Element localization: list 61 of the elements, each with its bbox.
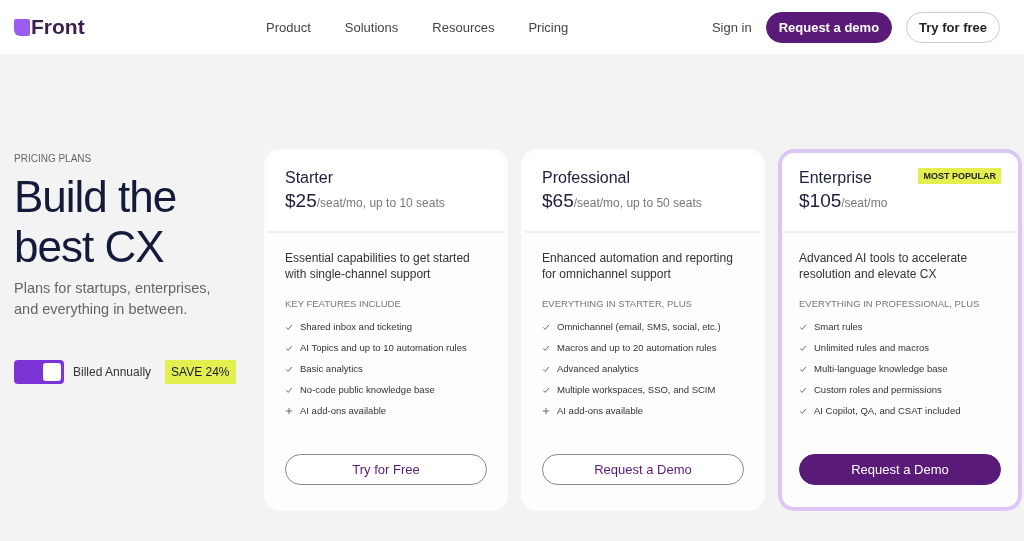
billing-label: Billed Annually — [73, 365, 152, 379]
save-badge: SAVE 24% — [165, 360, 236, 384]
nav-link[interactable]: Resources — [432, 19, 495, 35]
plan-price: $25/seat/mo, up to 10 seats — [285, 190, 446, 212]
check-icon — [799, 322, 807, 331]
subheading: Plans for startups, enterprises, and everything in between. — [14, 279, 212, 319]
feature-text: Unlimited rules and macros — [814, 342, 930, 353]
feature-text: Multi-language knowledge base — [814, 363, 948, 374]
check-icon — [799, 343, 807, 352]
eyebrow-label: PRICING PLANS — [14, 153, 93, 164]
feature-text: Multiple workspaces, SSO, and SCIM — [557, 384, 716, 395]
try-free-button[interactable]: Try for free — [906, 11, 1000, 43]
feature-text: No-code public knowledge base — [300, 384, 435, 395]
check-icon — [285, 322, 293, 331]
check-icon — [542, 343, 550, 352]
feature-text: Macros and up to 20 automation rules — [557, 342, 717, 353]
billing-toggle[interactable] — [14, 360, 64, 384]
request-demo-button[interactable]: Request a demo — [765, 11, 893, 43]
popular-badge: MOST POPULAR — [918, 168, 1001, 184]
nav-link[interactable]: Product — [266, 19, 311, 35]
feature-text: Omnichannel (email, SMS, social, etc.) — [557, 321, 721, 332]
feature-text: AI add-ons available — [557, 405, 644, 416]
nav-link[interactable]: Solutions — [344, 19, 399, 35]
features-heading: EVERYTHING IN PROFESSIONAL, PLUS — [799, 298, 981, 309]
feature-text: AI Copilot, QA, and CSAT included — [814, 405, 961, 416]
check-icon — [285, 343, 293, 352]
feature-text: Basic analytics — [300, 363, 363, 374]
check-icon — [799, 364, 807, 373]
check-icon — [799, 385, 807, 394]
plan-name: Starter — [285, 169, 333, 187]
plan-name: Professional — [542, 169, 631, 187]
plan-price: $65/seat/mo, up to 50 seats — [542, 190, 703, 212]
plan-description: Essential capabilities to get started with single-channel support — [285, 250, 471, 282]
plus-icon — [542, 406, 550, 415]
features-heading: KEY FEATURES INCLUDE — [285, 298, 402, 309]
check-icon — [285, 364, 293, 373]
plan-description: Enhanced automation and reporting for omnichannel support — [542, 250, 734, 282]
logo[interactable]: Front — [14, 15, 264, 39]
plan-cta-button[interactable]: Try for Free — [285, 454, 487, 485]
plan-price: $105/seat/mo — [799, 190, 889, 212]
check-icon — [542, 322, 550, 331]
sign-in-link[interactable]: Sign in — [711, 19, 752, 35]
nav-link[interactable]: Pricing — [528, 19, 569, 35]
feature-text: AI add-ons available — [300, 405, 387, 416]
check-icon — [285, 385, 293, 394]
plan-cta-button[interactable]: Request a Demo — [799, 454, 1001, 485]
check-icon — [542, 385, 550, 394]
feature-text: Advanced analytics — [557, 363, 639, 374]
plus-icon — [285, 406, 293, 415]
page-heading: Build the best CX — [14, 172, 178, 272]
plan-description: Advanced AI tools to accelerate resolution and elevate CX — [799, 250, 969, 282]
plan-name: Enterprise — [799, 169, 872, 187]
plan-cta-button[interactable]: Request a Demo — [542, 454, 744, 485]
features-heading: EVERYTHING IN STARTER, PLUS — [542, 298, 693, 309]
logo-icon — [14, 18, 30, 36]
check-icon — [799, 406, 807, 415]
feature-text: Shared inbox and ticketing — [300, 321, 412, 332]
feature-text: AI Topics and up to 10 automation rules — [300, 342, 467, 353]
feature-text: Custom roles and permissions — [814, 384, 942, 395]
feature-text: Smart rules — [814, 321, 863, 332]
check-icon — [542, 364, 550, 373]
